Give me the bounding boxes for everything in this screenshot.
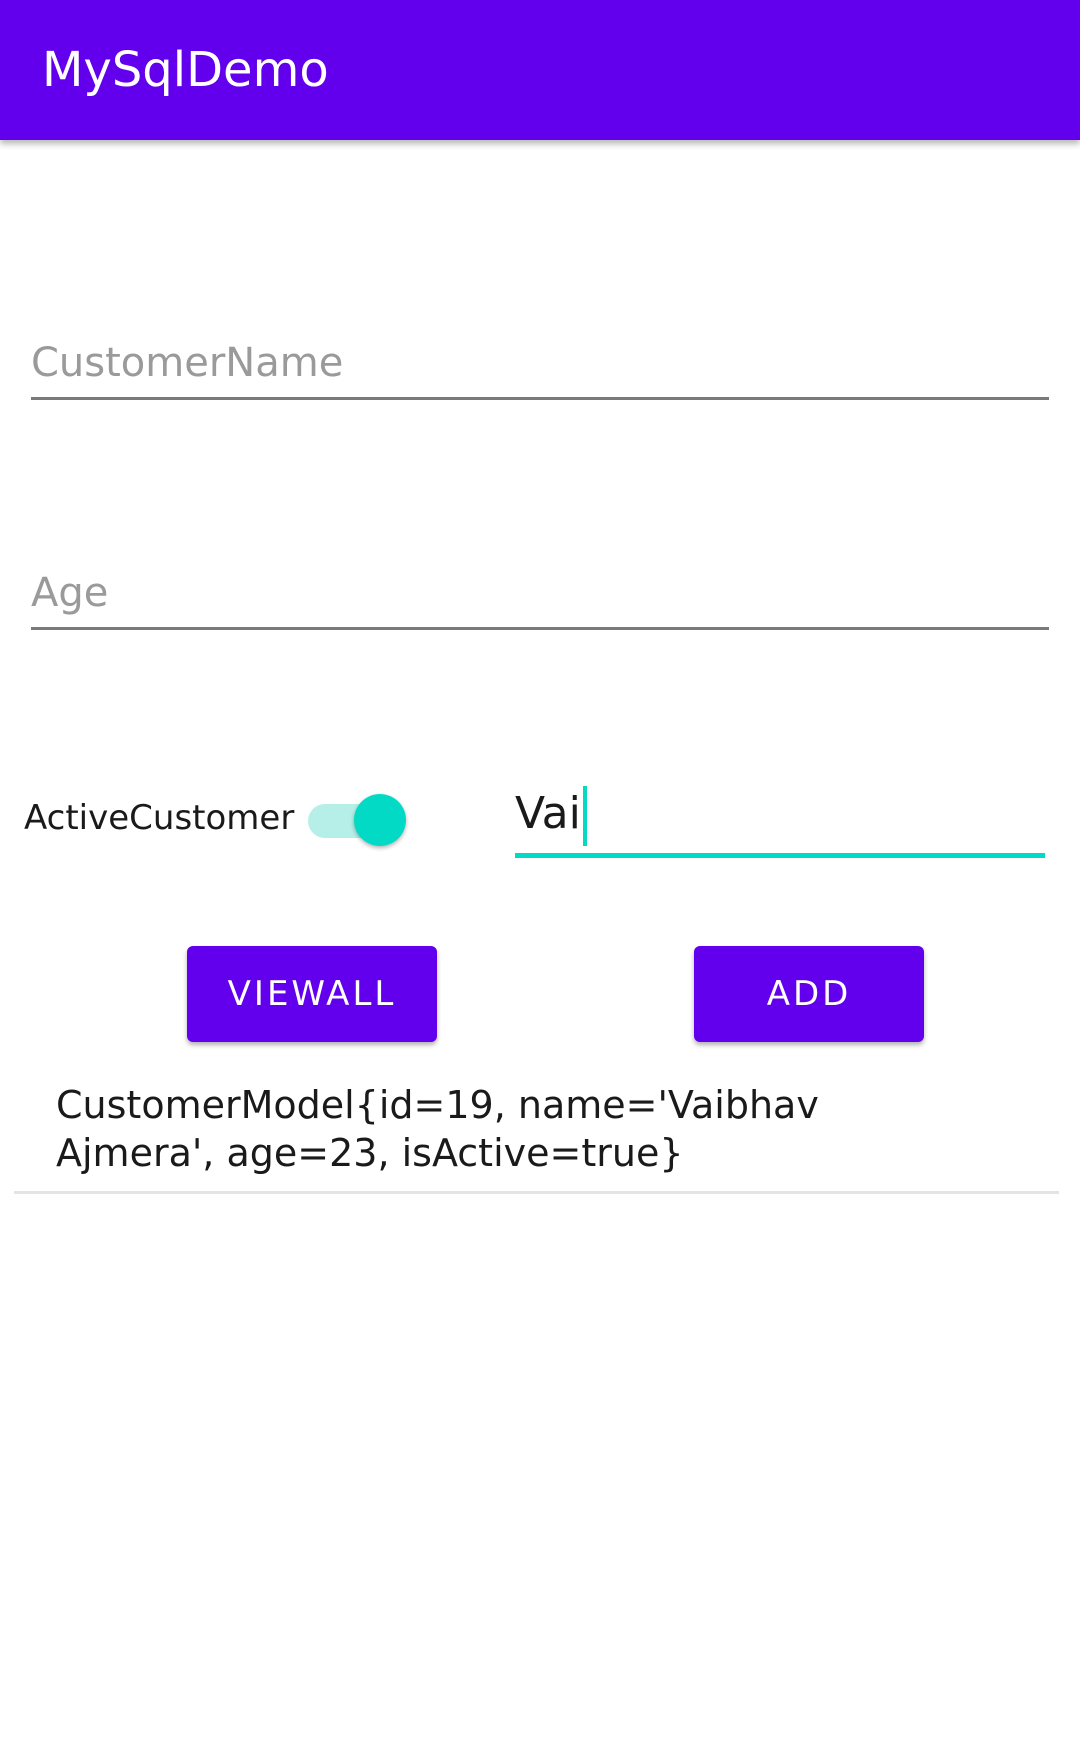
switch-thumb [354,794,406,846]
active-customer-row: ActiveCustomer [24,784,444,850]
add-button[interactable]: ADD [694,946,924,1042]
app-title: MySqlDemo [42,42,329,98]
search-field[interactable]: Vai [515,778,1045,858]
age-field[interactable] [31,560,1049,630]
search-value: Vai [515,788,581,839]
active-customer-label: ActiveCustomer [24,798,295,838]
customer-name-underline [31,397,1049,400]
list-item[interactable]: CustomerModel{id=19, name='Vaibhav Ajmer… [14,1075,1059,1194]
customer-name-input[interactable] [31,330,1049,396]
app-screen: MySqlDemo ActiveCustomer Vai VIEWALL ADD… [0,0,1080,1747]
customer-name-field[interactable] [31,330,1049,400]
list-item-text: CustomerModel{id=19, name='Vaibhav Ajmer… [56,1083,819,1175]
age-underline [31,627,1049,630]
active-customer-switch[interactable] [304,792,414,846]
customer-list: CustomerModel{id=19, name='Vaibhav Ajmer… [14,1075,1059,1194]
search-underline [515,853,1045,858]
app-bar: MySqlDemo [0,0,1080,140]
search-input[interactable]: Vai [515,786,587,846]
age-input[interactable] [31,560,1049,626]
text-cursor [582,786,587,846]
view-all-button[interactable]: VIEWALL [187,946,437,1042]
